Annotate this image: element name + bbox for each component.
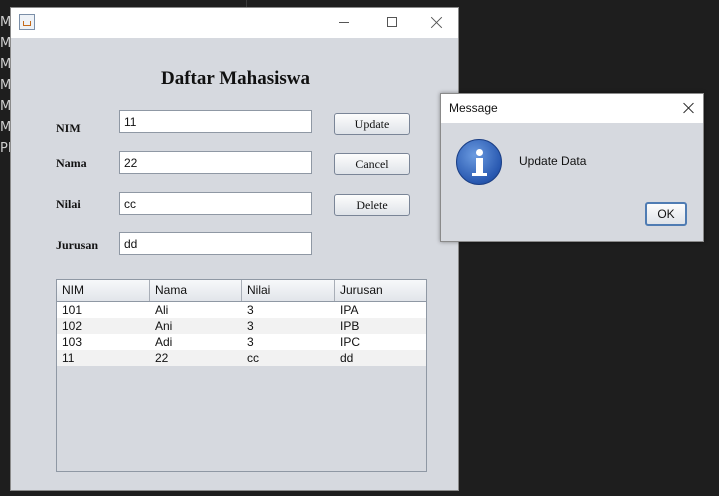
cell-nim: 11	[62, 351, 75, 365]
cell-nim: 101	[62, 303, 83, 317]
table-row[interactable]: 102 Ani 3 IPB	[57, 318, 426, 334]
nilai-input[interactable]: cc	[119, 192, 312, 215]
column-header-jurusan[interactable]: Jurusan	[335, 280, 426, 301]
minimize-button[interactable]	[321, 8, 367, 38]
cell-nama: Ani	[155, 319, 173, 333]
main-titlebar[interactable]	[11, 8, 458, 38]
dialog-message: Update Data	[519, 154, 587, 168]
nama-label: Nama	[56, 156, 87, 170]
column-header-nilai[interactable]: Nilai	[242, 280, 335, 301]
column-header-nama[interactable]: Nama	[150, 280, 242, 301]
table-row[interactable]: 103 Adi 3 IPC	[57, 334, 426, 350]
table-row[interactable]: 11 22 cc dd	[57, 350, 426, 366]
nim-label: NIM	[56, 121, 81, 135]
cancel-button[interactable]: Cancel	[334, 153, 410, 175]
info-icon-dot	[476, 149, 483, 156]
cell-nilai: cc	[247, 351, 259, 365]
maximize-button[interactable]	[368, 8, 414, 38]
nilai-label: Nilai	[56, 197, 81, 211]
dialog-titlebar[interactable]: Message	[441, 94, 703, 123]
cell-jurusan: IPA	[340, 303, 359, 317]
table-header: NIM Nama Nilai Jurusan	[57, 280, 426, 302]
java-app-icon	[19, 14, 35, 30]
dialog-title: Message	[449, 101, 498, 115]
cell-nilai: 3	[247, 303, 254, 317]
cell-nama: Ali	[155, 303, 169, 317]
cell-nama: 22	[155, 351, 169, 365]
cell-jurusan: IPC	[340, 335, 361, 349]
info-icon-base	[472, 173, 487, 176]
form-title: Daftar Mahasiswa	[160, 68, 310, 89]
column-header-nim[interactable]: NIM	[57, 280, 150, 301]
jurusan-label: Jurusan	[56, 238, 99, 252]
ok-button[interactable]: OK	[645, 202, 687, 226]
table-row[interactable]: 101 Ali 3 IPA	[57, 302, 426, 318]
delete-button[interactable]: Delete	[334, 194, 410, 216]
main-window: Daftar Mahasiswa NIM 11 Nama 22 Nilai cc…	[10, 7, 459, 491]
info-icon	[456, 139, 502, 185]
cell-nama: Adi	[155, 335, 173, 349]
nama-input[interactable]: 22	[119, 151, 312, 174]
cell-jurusan: dd	[340, 351, 354, 365]
close-button[interactable]	[414, 8, 460, 38]
cell-jurusan: IPB	[340, 319, 360, 333]
mahasiswa-table[interactable]: NIM Nama Nilai Jurusan 101 Ali 3 IPA 102…	[56, 279, 427, 472]
cell-nilai: 3	[247, 335, 254, 349]
cell-nim: 102	[62, 319, 83, 333]
cell-nilai: 3	[247, 319, 254, 333]
update-button[interactable]: Update	[334, 113, 410, 135]
jurusan-input[interactable]: dd	[119, 232, 312, 255]
message-dialog: Message Update Data OK	[440, 93, 704, 242]
cell-nim: 103	[62, 335, 83, 349]
nim-input[interactable]: 11	[119, 110, 312, 133]
dialog-close-button[interactable]	[674, 94, 703, 123]
